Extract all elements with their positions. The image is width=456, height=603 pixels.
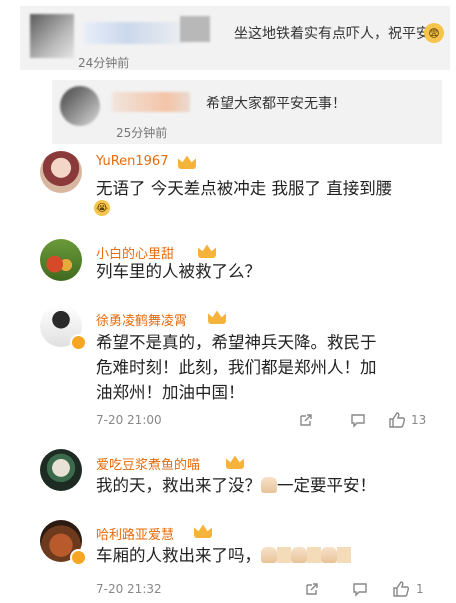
- pray-emoji-icon: [291, 547, 307, 563]
- comment-icon[interactable]: [350, 412, 366, 428]
- nested-reply-time: 25分钟前: [116, 126, 168, 140]
- crown-badge-icon: [194, 524, 212, 538]
- share-icon[interactable]: [304, 581, 320, 597]
- comment-text: 无语了 今天差点被冲走 我服了 直接到腰: [96, 179, 393, 198]
- comment-text: 我的天，救出来了没？ 一定要平安！: [96, 476, 376, 495]
- blurred-username-3: [112, 92, 190, 112]
- crying-emoji-icon: 😭: [94, 200, 110, 216]
- comment-text: 列车里的人被救了么？: [96, 262, 261, 281]
- blurred-avatar-2: [60, 86, 100, 126]
- comment-text: 车厢的人救出来了吗，: [96, 543, 351, 568]
- avatar[interactable]: [40, 449, 82, 491]
- like-count: 13: [411, 413, 427, 427]
- skin-tone-emoji-icon: [337, 547, 351, 563]
- crown-badge-icon: [226, 455, 244, 469]
- comment-icon[interactable]: [352, 581, 368, 597]
- verified-badge-icon: [70, 549, 87, 566]
- avatar[interactable]: [40, 239, 82, 281]
- comment-username[interactable]: 爱吃豆浆煮鱼的喵: [96, 454, 200, 473]
- like-icon[interactable]: [392, 580, 410, 598]
- avatar[interactable]: [40, 151, 82, 193]
- nested-reply-text: 希望大家都平安无事！: [206, 96, 346, 112]
- crown-badge-icon: [178, 155, 196, 169]
- skin-tone-emoji-icon: [307, 547, 321, 563]
- reply-text: 坐这地铁着实有点吓人，祝平安: [234, 26, 430, 42]
- crown-badge-icon: [198, 244, 216, 258]
- reply-time: 24分钟前: [78, 56, 130, 70]
- comment-time: 7-20 21:00: [96, 413, 162, 427]
- pray-emoji-icon: [321, 547, 337, 563]
- blurred-username: [84, 22, 192, 44]
- pray-emoji-icon: [261, 547, 277, 563]
- share-icon[interactable]: [298, 412, 314, 428]
- comment-username[interactable]: 徐勇凌鹤舞凌霄: [96, 310, 187, 329]
- fearful-emoji-icon: 😨: [424, 23, 444, 43]
- skin-tone-emoji-icon: [277, 547, 291, 563]
- like-count: 1: [416, 582, 424, 596]
- blurred-avatar: [30, 14, 74, 58]
- comment-username[interactable]: YuRen1967: [96, 154, 168, 169]
- comment-time: 7-20 21:32: [96, 582, 162, 596]
- comment-username[interactable]: 哈利路亚爱慧: [96, 524, 174, 543]
- pray-emoji-icon: [261, 477, 277, 493]
- crown-badge-icon: [208, 310, 226, 324]
- comment-text: 希望不是真的，希望神兵天降。救民于 危难时刻！此刻，我们都是郑州人！加 油郑州！…: [96, 333, 377, 402]
- blurred-username-2: [180, 16, 210, 42]
- verified-badge-icon: [70, 334, 87, 351]
- like-icon[interactable]: [388, 411, 406, 429]
